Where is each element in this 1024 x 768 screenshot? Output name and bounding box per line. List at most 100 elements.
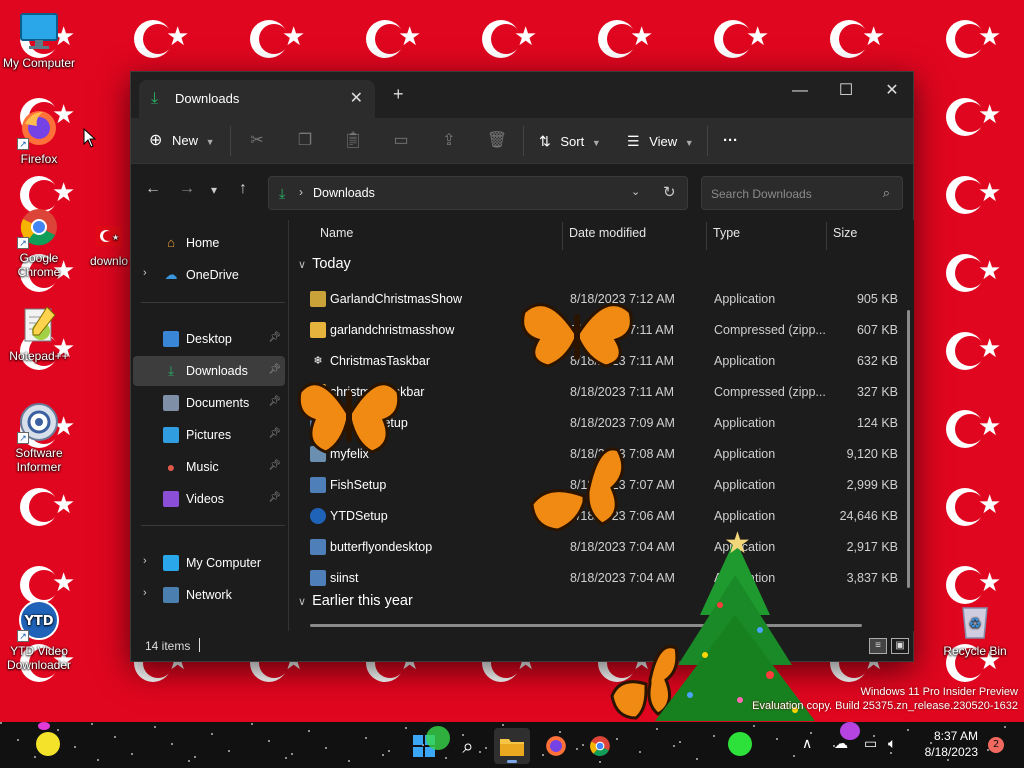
back-arrow-icon[interactable]: ← — [145, 180, 161, 198]
search-button[interactable]: ⌕ — [450, 728, 486, 764]
details-view-icon[interactable]: ≡ — [869, 638, 887, 654]
rename-icon[interactable]: ▭ — [385, 126, 417, 156]
copy-icon[interactable]: ❐ — [289, 126, 321, 156]
desktop-icon-software-informer[interactable]: ↗ Software Informer — [0, 400, 78, 474]
item-count: 14 items — [145, 639, 191, 653]
column-header-date[interactable]: Date modified — [569, 226, 646, 240]
pin-icon[interactable]: 📌︎ — [268, 396, 281, 407]
pin-icon[interactable]: 📌︎ — [268, 364, 281, 375]
sparkle-dot — [291, 753, 293, 755]
search-box[interactable]: Search Downloads ⌕ — [701, 176, 903, 210]
file-explorer-taskbar-button[interactable] — [494, 728, 530, 764]
address-bar[interactable]: ⤓ › Downloads ⌄ ↻ — [268, 176, 688, 210]
up-arrow-icon[interactable]: ↑ — [239, 180, 247, 198]
crescent-star-icon: ★ — [946, 330, 1006, 380]
breadcrumb-downloads[interactable]: Downloads — [313, 186, 375, 200]
file-name: garlandchristmasshow — [330, 323, 455, 337]
sort-button[interactable]: ⇅ Sort ▼ — [539, 126, 601, 156]
pin-icon[interactable]: 📌︎ — [268, 492, 281, 503]
tab-downloads[interactable]: ⤓ Downloads ✕ — [139, 80, 375, 118]
sidebar-item-documents[interactable]: Documents 📌︎ — [133, 388, 285, 418]
file-size: 905 KB — [856, 292, 898, 306]
monitor-icon — [17, 10, 61, 54]
close-tab-icon[interactable]: ✕ — [350, 88, 363, 108]
show-hidden-icons-chevron-icon[interactable]: ∧ — [802, 736, 812, 752]
desktop-icon-chrome[interactable]: ↗ Google Chrome — [0, 205, 78, 279]
delete-icon[interactable]: 🗑︎ — [481, 126, 513, 156]
sidebar-item-label: Home — [186, 236, 220, 250]
file-type: Application — [714, 509, 776, 523]
column-header-name[interactable]: Name — [320, 226, 353, 240]
recent-locations-chevron-icon[interactable]: ▾ — [211, 183, 217, 197]
column-header-type[interactable]: Type — [713, 226, 740, 240]
vertical-scrollbar[interactable] — [907, 310, 910, 588]
firefox-taskbar-button[interactable] — [538, 728, 574, 764]
documents-icon — [163, 395, 179, 411]
desktop-icon-notepadpp[interactable]: Notepad++ — [0, 303, 78, 363]
maximize-button[interactable]: ☐ — [823, 76, 869, 106]
chevron-right-icon[interactable]: › — [143, 267, 147, 279]
tiles-view-icon[interactable]: ▣ — [891, 638, 909, 654]
sidebar-item-network[interactable]: › Network — [133, 580, 285, 610]
sparkle-dot — [713, 735, 715, 737]
sidebar-item-videos[interactable]: Videos 📌︎ — [133, 484, 285, 514]
sparkle-dot — [890, 752, 892, 754]
toolbar-divider — [523, 126, 524, 156]
setup-app-icon — [310, 477, 326, 493]
chevron-right-icon[interactable]: › — [143, 555, 147, 567]
pin-icon[interactable]: 📌︎ — [268, 460, 281, 471]
desktop-icon-firefox[interactable]: ↗ Firefox — [0, 106, 78, 166]
volume-icon[interactable]: 🔈︎ — [888, 736, 896, 752]
share-icon[interactable]: ⇪ — [433, 126, 465, 156]
title-bar[interactable]: ⤓ Downloads ✕ + — ☐ ✕ — [131, 72, 913, 118]
chrome-taskbar-button[interactable] — [582, 728, 618, 764]
view-label: View — [649, 134, 678, 149]
network-icon — [163, 587, 179, 603]
new-tab-button[interactable]: + — [393, 84, 404, 105]
sidebar-item-music[interactable]: ● Music 📌︎ — [133, 452, 285, 482]
svg-text:★: ★ — [112, 233, 119, 242]
group-header-earlier[interactable]: ∨ Earlier this year — [298, 593, 413, 609]
close-window-button[interactable]: ✕ — [869, 76, 915, 106]
sparkle-dot — [502, 724, 504, 726]
column-divider[interactable] — [826, 222, 827, 250]
column-divider[interactable] — [706, 222, 707, 250]
minimize-button[interactable]: — — [777, 76, 823, 106]
sidebar-item-downloads[interactable]: ⤓ Downloads 📌︎ — [133, 356, 285, 386]
cut-icon[interactable]: ✂ — [241, 126, 273, 156]
column-header-size[interactable]: Size — [833, 226, 857, 240]
sparkle-dot — [382, 754, 384, 756]
svg-text:♻: ♻ — [969, 616, 982, 632]
more-options-button[interactable]: ··· — [723, 126, 738, 156]
sidebar-item-home[interactable]: ⌂ Home — [133, 228, 285, 258]
paste-icon[interactable]: 📋︎ — [337, 126, 369, 156]
sidebar-item-my-computer[interactable]: › My Computer — [133, 548, 285, 578]
shortcut-arrow-icon: ↗ — [17, 432, 29, 444]
view-button[interactable]: ☰ View ▼ — [627, 126, 694, 156]
address-history-chevron-icon[interactable]: ⌄ — [631, 185, 640, 198]
sidebar-item-desktop[interactable]: Desktop 📌︎ — [133, 324, 285, 354]
refresh-icon[interactable]: ↻ — [663, 183, 676, 201]
file-explorer-icon — [500, 739, 524, 756]
system-clock[interactable]: 8:37 AM 8/18/2023 — [925, 728, 978, 760]
sidebar-item-onedrive[interactable]: › ☁ OneDrive — [133, 260, 285, 290]
pictures-icon — [163, 427, 179, 443]
sidebar-item-pictures[interactable]: Pictures 📌︎ — [133, 420, 285, 450]
search-input[interactable]: Search Downloads — [711, 187, 812, 201]
network-tray-icon[interactable]: ▭ — [864, 736, 877, 752]
new-button[interactable]: ⊕ New ▼ — [149, 126, 215, 156]
desktop-icon-ytd[interactable]: YTD ↗ YTD Video Downloader — [0, 598, 78, 672]
setup-app-icon — [310, 570, 326, 586]
pin-icon[interactable]: 📌︎ — [268, 332, 281, 343]
notification-badge[interactable]: 2 — [988, 737, 1004, 753]
pin-icon[interactable]: 📌︎ — [268, 428, 281, 439]
group-header-today[interactable]: ∨ Today — [298, 256, 351, 272]
column-divider[interactable] — [562, 222, 563, 250]
sparkle-dot — [211, 733, 213, 735]
home-icon: ⌂ — [167, 235, 175, 250]
desktop-icon-my-computer[interactable]: My Computer — [0, 10, 78, 70]
sidebar-item-label: Desktop — [186, 332, 232, 346]
chevron-right-icon[interactable]: › — [143, 587, 147, 599]
forward-arrow-icon[interactable]: → — [179, 180, 195, 198]
desktop-icon-recycle-bin[interactable]: ♻ Recycle Bin — [936, 598, 1014, 658]
